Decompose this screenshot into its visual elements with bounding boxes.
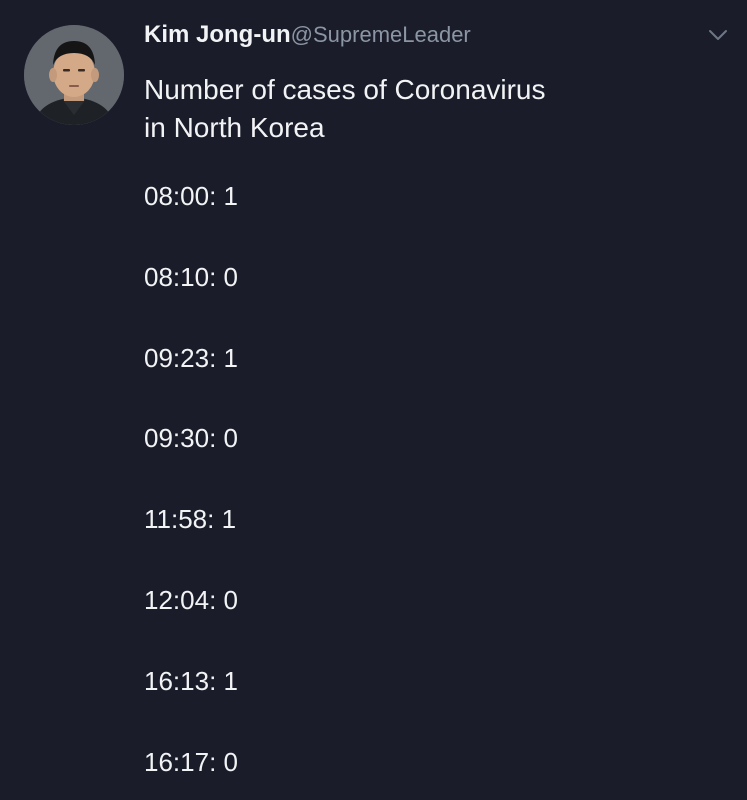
case-count-entry: 09:23: 1	[144, 342, 238, 373]
case-count-entry: 16:13: 1	[144, 665, 238, 696]
avatar[interactable]	[24, 25, 124, 125]
tweet-header: Kim Jong-un@SupremeLeader	[144, 20, 687, 53]
tweet-text-line: Number of cases of Coronavirus	[144, 74, 546, 105]
case-count-entry: 08:00: 1	[144, 181, 238, 211]
tweet-text-line: in North Korea	[144, 112, 325, 143]
case-count-entry: 11:58: 1	[144, 504, 237, 535]
author-display-name[interactable]: Kim Jong-un	[144, 21, 291, 48]
tweet-card: Kim Jong-un@SupremeLeader Number of case…	[0, 0, 747, 800]
case-count-entry: 16:17: 0	[144, 746, 238, 777]
case-count-list: 08:00: 1 08:10: 0 09:23: 1 09:30: 0 11:5…	[144, 176, 238, 800]
case-count-entry: 09:30: 0	[144, 423, 238, 454]
case-count-entry: 12:04: 0	[144, 584, 238, 615]
case-count-entry: 08:10: 0	[144, 261, 238, 292]
author-handle[interactable]: @SupremeLeader	[291, 22, 471, 47]
tweet-text: Number of cases of Coronavirus in North …	[144, 71, 704, 147]
chevron-down-icon[interactable]	[707, 26, 729, 44]
